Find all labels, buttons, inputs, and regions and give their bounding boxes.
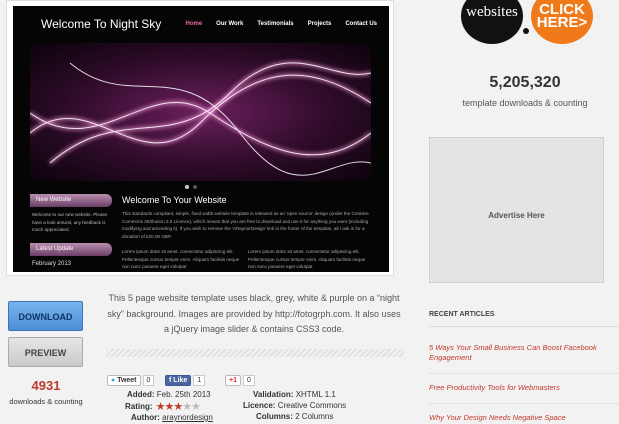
preview-nav-item: Projects (307, 21, 332, 27)
google-plus-widget[interactable]: +1 0 (225, 374, 255, 386)
template-download-label: downloads & counting (9, 397, 83, 406)
preview-button[interactable]: PREVIEW (8, 337, 83, 367)
tweet-label: Tweet (117, 376, 137, 384)
meta-rating: Rating: ★★★★★ (125, 400, 201, 413)
preview-nav: Home Our Work Testimonials Projects Cont… (186, 21, 378, 27)
like-count: 1 (193, 374, 206, 386)
meta-value: 2 Columns (295, 412, 334, 421)
meta-columns: Columns: 2 Columns (256, 412, 333, 421)
promo-dot (523, 28, 529, 34)
like-label: Like (173, 376, 188, 384)
meta-author: Author: araynordesign (131, 413, 213, 422)
slider-dots[interactable] (185, 185, 197, 189)
star-filled-icon[interactable]: ★ (173, 401, 183, 413)
preview-nav-item: Contact Us (345, 21, 377, 27)
total-downloads-counter: 5,205,320 (489, 74, 561, 91)
promo-click-here-badge[interactable]: CLICK HERE> (531, 0, 593, 44)
meta-value: Creative Commons (277, 401, 347, 410)
article-link[interactable]: Why Your Design Needs Negative Space (429, 413, 614, 423)
recent-articles-title: RECENT ARTICLES (429, 311, 495, 318)
star-filled-icon[interactable]: ★ (164, 401, 174, 413)
divider (429, 326, 619, 327)
facebook-like-widget[interactable]: f Like 1 (165, 374, 206, 386)
star-empty-icon[interactable]: ★ (182, 401, 192, 413)
preview-column-text: Lorem ipsum dolor sit amet, consectetur … (248, 249, 366, 269)
preview-new-website-text: Welcome to our new website. Please have … (32, 212, 108, 232)
preview-main-text: This standards compliant, simple, fixed … (122, 211, 369, 239)
preview-nav-item: Home (185, 21, 203, 27)
template-preview-image: Welcome To Night Sky Home Our Work Testi… (13, 6, 389, 272)
meta-label: Validation: (253, 390, 294, 399)
promo-banner[interactable]: websites CLICK HERE> (461, 0, 601, 44)
meta-validation: Validation: XHTML 1.1 (253, 390, 336, 399)
author-link[interactable]: araynordesign (162, 413, 213, 422)
meta-label: Rating: (125, 402, 153, 411)
preview-latest-update-date: February 2013 (32, 261, 72, 267)
preview-slider-image (30, 43, 371, 181)
rating-stars[interactable]: ★★★★★ (156, 400, 201, 413)
meta-label: Columns: (256, 412, 293, 421)
preview-new-website-heading: New Website (30, 194, 112, 207)
divider (429, 373, 619, 374)
tweet-count: 0 (142, 374, 155, 386)
meta-label: Licence: (243, 401, 276, 410)
meta-value: Feb. 25th 2013 (156, 390, 211, 399)
gplus-count: 0 (242, 374, 255, 386)
meta-label: Author: (131, 413, 160, 422)
tweet-button[interactable]: ● Tweet (107, 374, 141, 386)
template-preview-frame[interactable]: Welcome To Night Sky Home Our Work Testi… (6, 0, 394, 276)
star-empty-icon[interactable]: ★ (191, 401, 201, 413)
preview-column-text: Lorem ipsum dolor sit amet, consectetur … (122, 249, 240, 269)
article-link[interactable]: Free Productivity Tools for Webmasters (429, 383, 614, 393)
preview-nav-item: Testimonials (257, 21, 294, 27)
meta-value: XHTML 1.1 (295, 390, 336, 399)
promo-here-text: HERE> (536, 14, 588, 31)
total-downloads-label: template downloads & counting (462, 98, 588, 108)
template-download-count: 4931 (31, 378, 61, 393)
facebook-icon: f (169, 376, 172, 384)
promo-websites-badge: websites (461, 0, 523, 44)
download-button[interactable]: DOWNLOAD (8, 301, 83, 331)
twitter-bird-icon: ● (111, 376, 116, 384)
meta-licence: Licence: Creative Commons (243, 401, 346, 410)
facebook-like-button[interactable]: f Like (165, 374, 192, 386)
tweet-widget[interactable]: ● Tweet 0 (107, 374, 155, 386)
preview-nav-item: Our Work (216, 21, 244, 27)
preview-main-heading: Welcome To Your Website (122, 195, 227, 205)
preview-latest-update-heading: Latest Update (30, 243, 112, 256)
meta-label: Added: (127, 390, 155, 399)
meta-added: Added: Feb. 25th 2013 (127, 390, 211, 399)
article-link[interactable]: 5 Ways Your Small Business Can Boost Fac… (429, 343, 614, 363)
preview-site-title: Welcome To Night Sky (41, 17, 162, 31)
hatched-divider (106, 349, 404, 357)
advert-placeholder[interactable]: Advertise Here (429, 137, 604, 283)
template-description: This 5 page website template uses black,… (107, 293, 401, 334)
divider (429, 403, 619, 404)
google-plus-button[interactable]: +1 (225, 374, 241, 386)
